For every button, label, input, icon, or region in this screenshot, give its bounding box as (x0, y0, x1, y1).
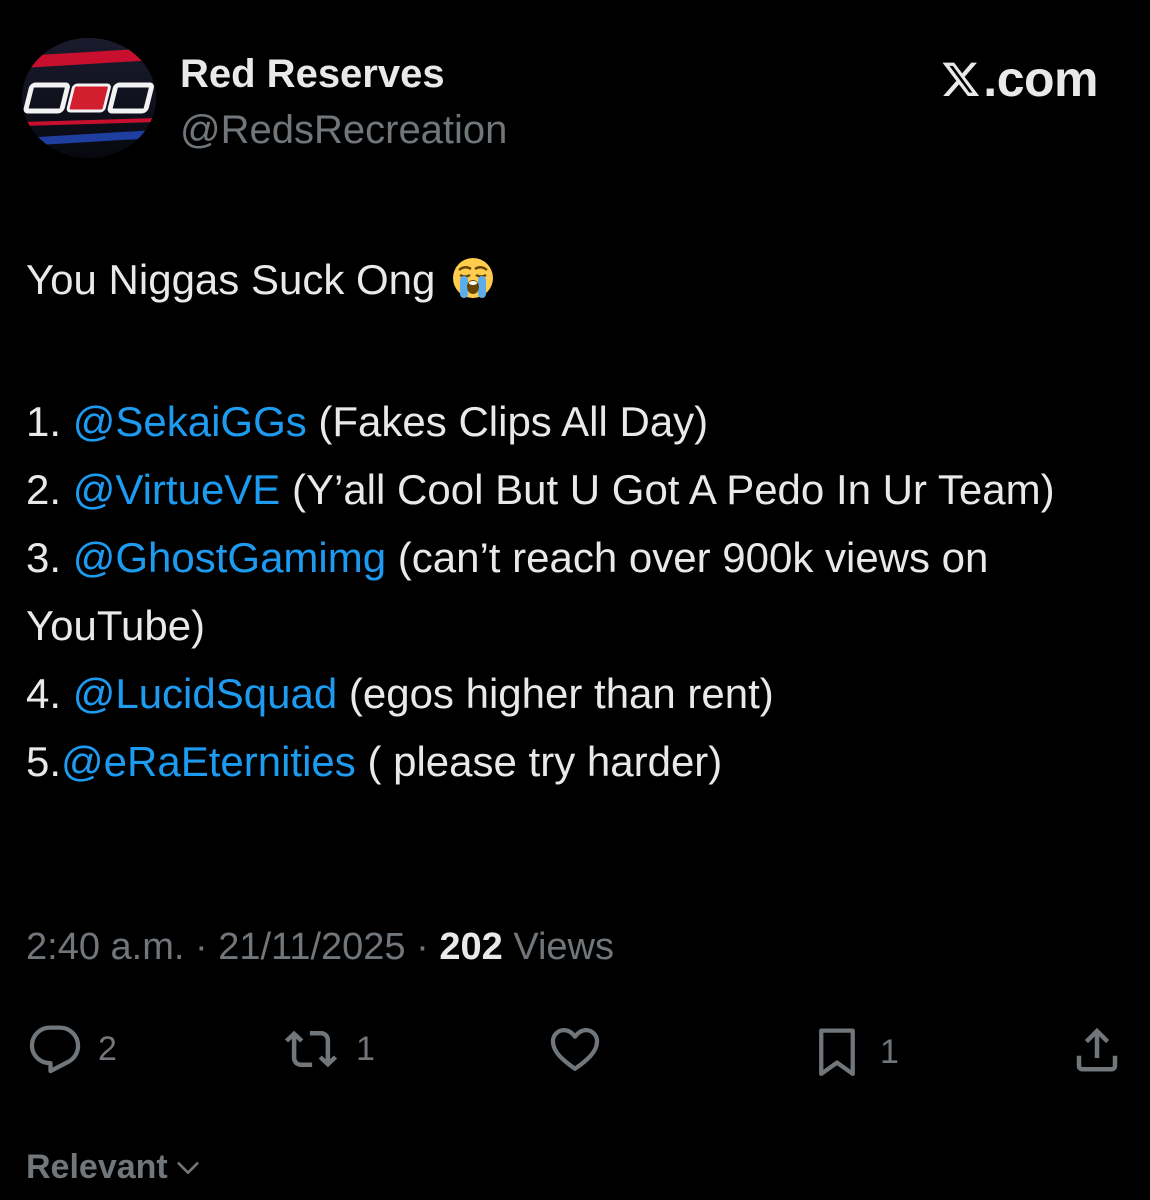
meta-separator: · (405, 926, 440, 968)
author-display-name[interactable]: Red Reserves (180, 52, 445, 97)
x-brand-suffix: .com (983, 51, 1098, 107)
item-number: 1. (26, 398, 73, 445)
mention-link[interactable]: @SekaiGGs (73, 398, 307, 445)
item-number: 5. (26, 738, 62, 785)
red-logo-icon (22, 38, 156, 158)
tweet-date[interactable]: 21/11/2025 (218, 926, 405, 968)
tweet-list-item-2: 2. @VirtueVE (Y’all Cool But U Got A Ped… (26, 456, 1126, 524)
share-button[interactable] (1070, 1022, 1124, 1076)
item-number: 2. (26, 466, 73, 513)
reply-count: 2 (98, 1029, 117, 1068)
tweet-intro: You Niggas Suck Ong (26, 256, 436, 303)
meta-separator: · (184, 926, 219, 968)
loudly-crying-face-icon (451, 252, 495, 320)
like-button[interactable] (548, 1022, 618, 1076)
bookmark-button[interactable]: 1 (810, 1022, 899, 1082)
mention-link[interactable]: @GhostGamimg (73, 534, 386, 581)
sort-dropdown[interactable]: Relevant (26, 1148, 202, 1187)
views-label: Views (502, 926, 615, 968)
action-bar: 2 1 1 (0, 1022, 1150, 1082)
bookmark-icon (819, 1028, 855, 1076)
x-logo-icon (942, 62, 980, 96)
reply-button[interactable]: 2 (28, 1022, 117, 1076)
bookmark-count: 1 (880, 1032, 899, 1071)
repost-button[interactable]: 1 (282, 1022, 375, 1076)
item-text: ( please try harder) (355, 738, 723, 785)
heart-icon (550, 1027, 600, 1071)
item-text: (Fakes Clips All Day) (306, 398, 709, 445)
avatar[interactable] (22, 38, 156, 158)
tweet-list-item-3: 3. @GhostGamimg (can’t reach over 900k v… (26, 524, 1126, 660)
tweet-meta: 2:40 a.m. · 21/11/2025 · 202 Views (26, 926, 614, 969)
tweet-intro-line: You Niggas Suck Ong (26, 246, 1126, 320)
item-text: (Y’all Cool But U Got A Pedo In Ur Team) (280, 466, 1055, 513)
item-number: 4. (26, 670, 73, 717)
item-text: (egos higher than rent) (337, 670, 774, 717)
repost-count: 1 (356, 1029, 375, 1068)
tweet-list-item-5: 5.@eRaEternities ( please try harder) (26, 728, 1126, 796)
mention-link[interactable]: @LucidSquad (73, 670, 338, 717)
tweet-list-item-4: 4. @LucidSquad (egos higher than rent) (26, 660, 1126, 728)
views-count[interactable]: 202 (439, 926, 502, 968)
share-icon (1076, 1027, 1118, 1072)
tweet-time[interactable]: 2:40 a.m. (26, 926, 184, 968)
repost-icon (284, 1030, 338, 1068)
tweet-list-item-1: 1. @SekaiGGs (Fakes Clips All Day) (26, 388, 1126, 456)
item-number: 3. (26, 534, 73, 581)
mention-link[interactable]: @eRaEternities (61, 738, 356, 785)
chevron-down-icon (177, 1161, 199, 1174)
reply-icon (29, 1025, 81, 1074)
tweet-text: You Niggas Suck Ong 1. @SekaiGGs (Fakes … (26, 246, 1126, 796)
sort-label: Relevant (26, 1148, 168, 1186)
mention-link[interactable]: @VirtueVE (73, 466, 281, 513)
author-handle[interactable]: @RedsRecreation (180, 108, 507, 153)
x-brand-watermark: .com (941, 50, 1098, 108)
